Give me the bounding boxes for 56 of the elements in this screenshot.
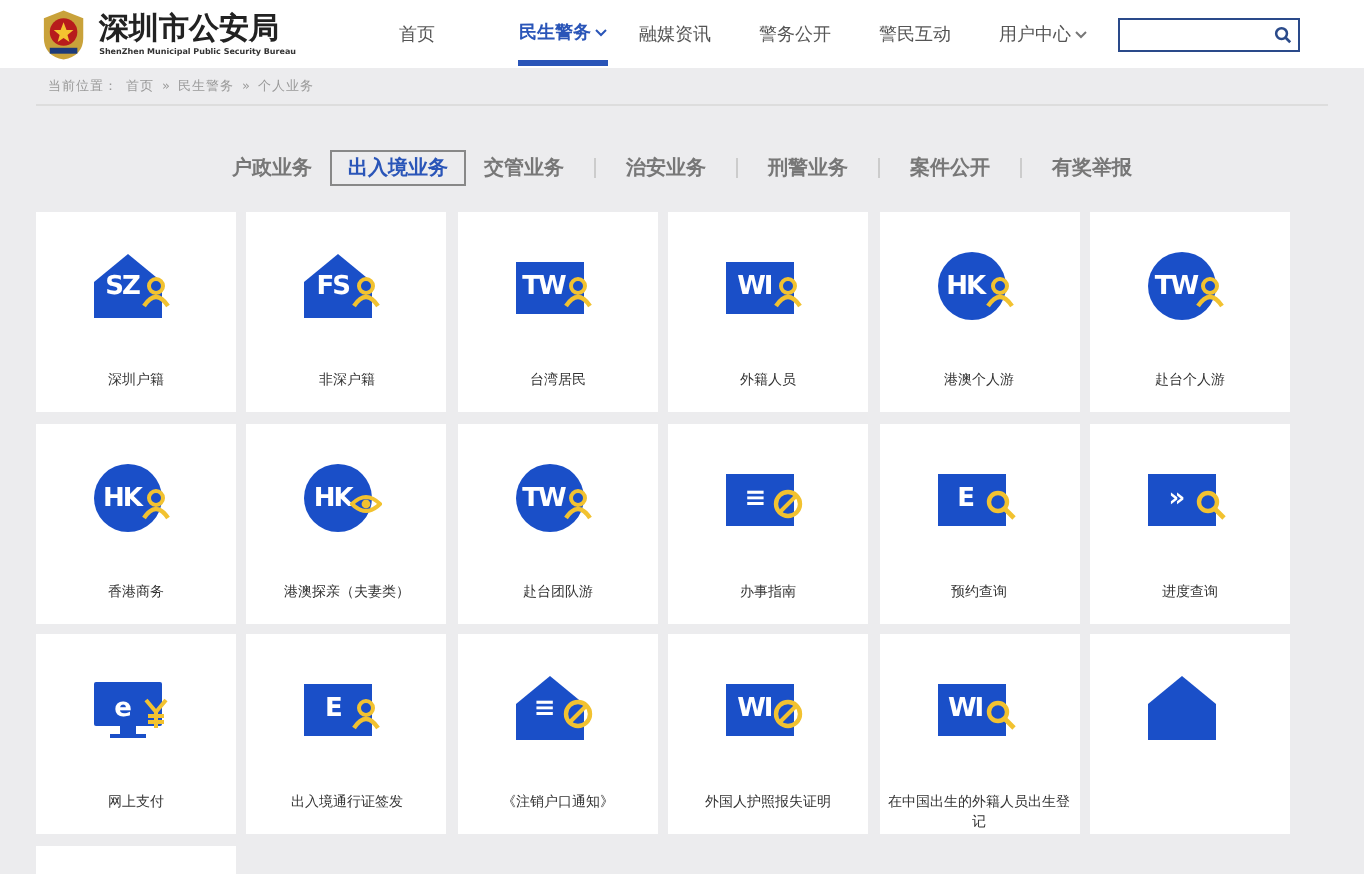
person-icon [350, 276, 383, 308]
no-entry-icon [561, 698, 594, 730]
category-tab[interactable]: 户政业务 [214, 150, 330, 186]
nav-link[interactable]: 警民互动 [878, 0, 999, 68]
icon-letters: SZ [103, 270, 142, 306]
nav-link[interactable]: 民生警务 [518, 0, 639, 68]
nav-link[interactable]: 首页 [398, 0, 519, 68]
icon-letters: WI [735, 692, 774, 728]
icon-letters: WI [735, 270, 774, 306]
circle-icon [513, 461, 586, 533]
search-icon [983, 487, 1016, 519]
icon-letters: » [1166, 481, 1186, 517]
house-icon [1145, 672, 1218, 744]
person-icon [350, 698, 383, 730]
search-icon[interactable] [1274, 25, 1292, 43]
person-icon [140, 276, 172, 308]
category-tab[interactable]: 治安业务 [608, 150, 724, 186]
icon-letters: E [955, 481, 975, 517]
icon-letters: HK [311, 481, 355, 517]
category-tab[interactable]: 案件公开 [892, 150, 1008, 186]
house-icon [92, 250, 164, 322]
service-tile[interactable] [1089, 634, 1290, 834]
search-icon [983, 698, 1016, 730]
icon-letters: HK [101, 481, 145, 517]
no-entry-icon [772, 698, 805, 730]
category-tab[interactable]: 有奖举报 [1034, 150, 1150, 186]
search-icon [1193, 487, 1226, 519]
person-icon [140, 487, 172, 519]
circle-icon [92, 461, 164, 533]
house-icon [302, 250, 375, 322]
icon-letters: HK [944, 270, 988, 306]
person-icon [983, 276, 1016, 308]
icon-letters: TW [520, 481, 568, 517]
icon-letters: FS [314, 270, 352, 306]
search-field[interactable] [1118, 17, 1300, 51]
nav-link[interactable]: 警务公开 [758, 0, 879, 68]
icon-letters: WI [945, 692, 985, 728]
category-tab[interactable]: 出入境业务 [330, 150, 466, 186]
yen-icon [140, 698, 172, 730]
icon-letters: TW [1152, 270, 1201, 306]
category-tab[interactable]: 刑警业务 [750, 150, 866, 186]
icon-letters: ≡ [531, 692, 556, 728]
nav-link[interactable]: 融媒资讯 [638, 0, 759, 68]
nav-link[interactable]: 用户中心 [998, 0, 1119, 68]
site-title: 深圳市公安局 [99, 12, 282, 46]
category-tab[interactable]: 交管业务 [466, 150, 582, 186]
person-icon [772, 276, 805, 308]
icon-letters: ≡ [742, 481, 767, 517]
house-icon [513, 672, 586, 744]
circle-icon [935, 250, 1008, 322]
icon-letters: E [322, 692, 343, 728]
circle-icon [302, 461, 375, 533]
icon-letters: TW [520, 270, 568, 306]
circle-icon [1145, 250, 1218, 322]
no-entry-icon [772, 487, 805, 519]
icon-letters: e [112, 692, 133, 728]
